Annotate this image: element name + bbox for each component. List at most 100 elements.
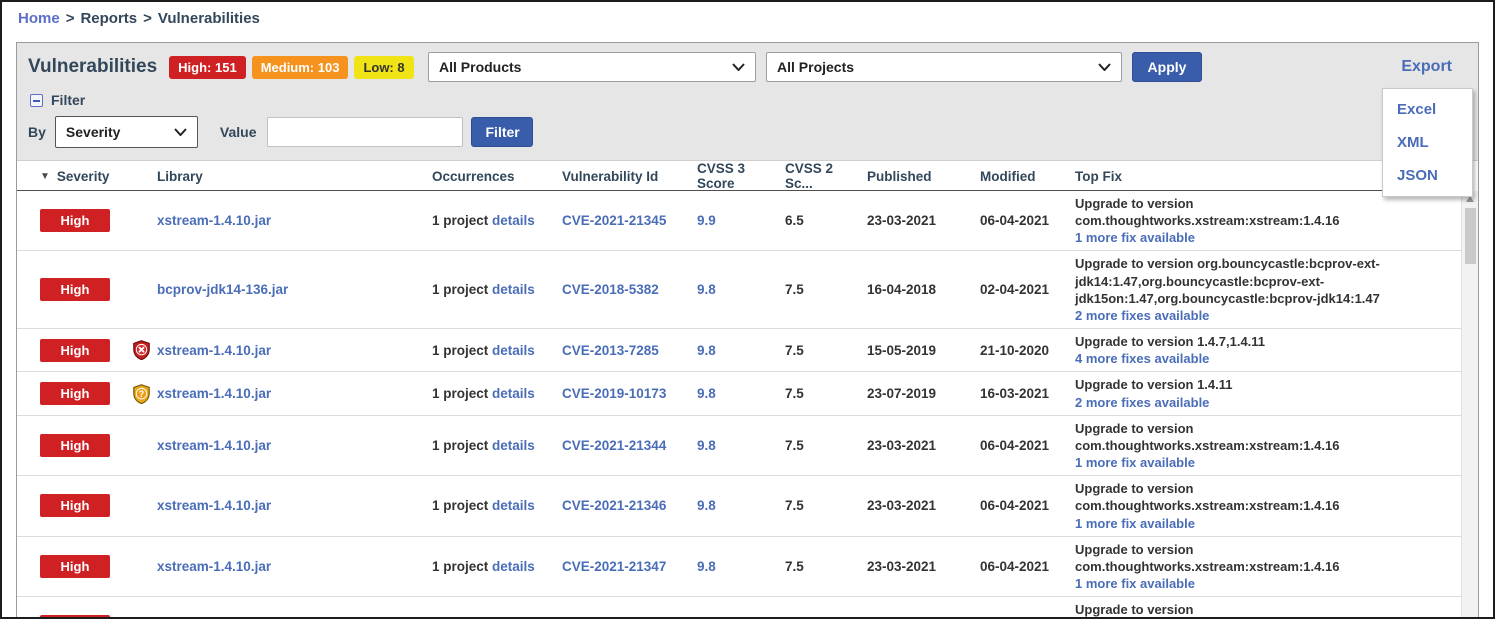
vulnerabilities-table: ▼Severity Library Occurrences Vulnerabil… <box>17 161 1478 619</box>
cve-link[interactable]: CVE-2021-21344 <box>562 438 666 453</box>
apply-button[interactable]: Apply <box>1132 52 1202 82</box>
cvss3-score-link[interactable]: 9.8 <box>697 282 716 297</box>
occurrences-text: 1 project <box>432 343 488 358</box>
cve-link[interactable]: CVE-2021-21347 <box>562 559 666 574</box>
library-link[interactable]: xstream-1.4.10.jar <box>157 498 271 513</box>
report-panel: Vulnerabilities High: 151Medium: 103Low:… <box>16 42 1479 619</box>
table-body: High xstream-1.4.10.jar 1 project detail… <box>17 191 1461 619</box>
products-dropdown[interactable]: All Products <box>428 52 756 82</box>
top-fix-text: Upgrade to version com.thoughtworks.xstr… <box>1075 480 1457 514</box>
projects-dropdown-value: All Projects <box>777 59 854 75</box>
column-header-vulnerability-id[interactable]: Vulnerability Id <box>552 169 687 184</box>
cve-link[interactable]: CVE-2013-7285 <box>562 343 659 358</box>
filter-section-label: Filter <box>51 92 85 108</box>
more-fixes-link[interactable]: 2 more fixes available <box>1075 394 1209 411</box>
more-fixes-link[interactable]: 1 more fix available <box>1075 454 1195 471</box>
table-row: High xstream-1.4.10.jar 1 project detail… <box>17 537 1461 597</box>
cve-link[interactable]: CVE-2018-5382 <box>562 282 659 297</box>
svg-text:?: ? <box>139 388 145 398</box>
projects-dropdown[interactable]: All Projects <box>766 52 1122 82</box>
question-shield-icon: ? <box>132 384 151 404</box>
chevron-down-icon <box>1098 63 1111 71</box>
published-date: 16-04-2018 <box>857 282 970 297</box>
library-link[interactable]: xstream-1.4.10.jar <box>157 213 271 228</box>
library-link[interactable]: xstream-1.4.10.jar <box>157 343 271 358</box>
filter-by-dropdown[interactable]: Severity <box>55 116 198 148</box>
severity-count-badges: High: 151Medium: 103Low: 8 <box>169 56 419 79</box>
modified-date: 02-04-2021 <box>970 282 1065 297</box>
table-row: High bcprov-jdk14-136.jar 1 project deta… <box>17 251 1461 329</box>
more-fixes-link[interactable]: 1 more fix available <box>1075 515 1195 532</box>
occurrences-text: 1 project <box>432 498 488 513</box>
export-menu-item-xml[interactable]: XML <box>1383 126 1472 159</box>
occurrences-text: 1 project <box>432 282 488 297</box>
cvss2-score: 7.5 <box>775 282 857 297</box>
modified-date: 21-10-2020 <box>970 343 1065 358</box>
top-fix-text: Upgrade to version com.thoughtworks.xstr… <box>1075 541 1457 575</box>
more-fixes-link[interactable]: 1 more fix available <box>1075 229 1195 246</box>
cvss3-score-link[interactable]: 9.9 <box>697 213 716 228</box>
export-menu-item-excel[interactable]: Excel <box>1383 93 1472 126</box>
breadcrumb-home-link[interactable]: Home <box>18 10 60 27</box>
products-dropdown-value: All Products <box>439 59 521 75</box>
error-shield-icon <box>132 340 151 360</box>
breadcrumb: Home>Reports>Vulnerabilities <box>2 2 1493 34</box>
library-link[interactable]: xstream-1.4.10.jar <box>157 438 271 453</box>
cvss3-score-link[interactable]: 9.8 <box>697 386 716 401</box>
filter-by-value: Severity <box>66 124 120 140</box>
cve-link[interactable]: CVE-2021-21345 <box>562 213 666 228</box>
high-count-badge: High: 151 <box>169 56 246 79</box>
details-link[interactable]: details <box>492 498 535 513</box>
chevron-down-icon <box>174 128 187 136</box>
panel-header: Vulnerabilities High: 151Medium: 103Low:… <box>17 43 1478 161</box>
cvss3-score-link[interactable]: 9.8 <box>697 559 716 574</box>
library-link[interactable]: xstream-1.4.10.jar <box>157 559 271 574</box>
cvss3-score-link[interactable]: 9.8 <box>697 438 716 453</box>
details-link[interactable]: details <box>492 213 535 228</box>
export-link[interactable]: Export <box>1401 58 1452 76</box>
severity-badge: High <box>40 278 110 301</box>
column-header-cvss2[interactable]: CVSS 2 Sc... <box>775 161 857 191</box>
library-link[interactable]: bcprov-jdk14-136.jar <box>157 282 288 297</box>
top-fix-text: Upgrade to version org.bouncycastle:bcpr… <box>1075 255 1457 306</box>
more-fixes-link[interactable]: 4 more fixes available <box>1075 350 1209 367</box>
export-menu-item-json[interactable]: JSON <box>1383 159 1472 192</box>
severity-badge: High <box>40 434 110 457</box>
filter-value-input[interactable] <box>267 117 463 147</box>
column-header-severity[interactable]: ▼Severity <box>27 169 147 184</box>
modified-date: 06-04-2021 <box>970 438 1065 453</box>
scrollbar-thumb[interactable] <box>1465 208 1476 264</box>
cve-link[interactable]: CVE-2019-10173 <box>562 386 666 401</box>
more-fixes-link[interactable]: 1 more fix available <box>1075 575 1195 592</box>
published-date: 23-03-2021 <box>857 559 970 574</box>
column-header-cvss3[interactable]: CVSS 3 Score <box>687 161 775 191</box>
cve-link[interactable]: CVE-2021-21346 <box>562 498 666 513</box>
top-fix-text: Upgrade to version com.thoughtworks.xstr… <box>1075 195 1457 229</box>
details-link[interactable]: details <box>492 386 535 401</box>
library-link[interactable]: xstream-1.4.10.jar <box>157 386 271 401</box>
published-date: 23-03-2021 <box>857 213 970 228</box>
cvss2-score: 7.5 <box>775 438 857 453</box>
filter-by-label: By <box>28 124 46 140</box>
filter-value-label: Value <box>220 124 257 140</box>
column-header-occurrences[interactable]: Occurrences <box>422 169 552 184</box>
details-link[interactable]: details <box>492 559 535 574</box>
column-header-library[interactable]: Library <box>147 169 422 184</box>
cvss3-score-link[interactable]: 9.8 <box>697 498 716 513</box>
column-header-modified[interactable]: Modified <box>970 169 1065 184</box>
cvss2-score: 7.5 <box>775 559 857 574</box>
details-link[interactable]: details <box>492 282 535 297</box>
details-link[interactable]: details <box>492 343 535 358</box>
severity-badge: High <box>40 615 110 619</box>
breadcrumb-reports[interactable]: Reports <box>80 10 137 27</box>
breadcrumb-separator: > <box>66 10 75 27</box>
more-fixes-link[interactable]: 2 more fixes available <box>1075 307 1209 324</box>
collapse-icon[interactable] <box>30 94 43 107</box>
cvss2-score: 6.5 <box>775 213 857 228</box>
cvss3-score-link[interactable]: 9.8 <box>697 343 716 358</box>
table-row: High xstream-1.4.10.jar 1 project detail… <box>17 329 1461 372</box>
filter-button[interactable]: Filter <box>471 117 533 147</box>
details-link[interactable]: details <box>492 438 535 453</box>
column-header-published[interactable]: Published <box>857 169 970 184</box>
vulnerabilities-report-screen: Home>Reports>Vulnerabilities Vulnerabili… <box>0 0 1495 619</box>
